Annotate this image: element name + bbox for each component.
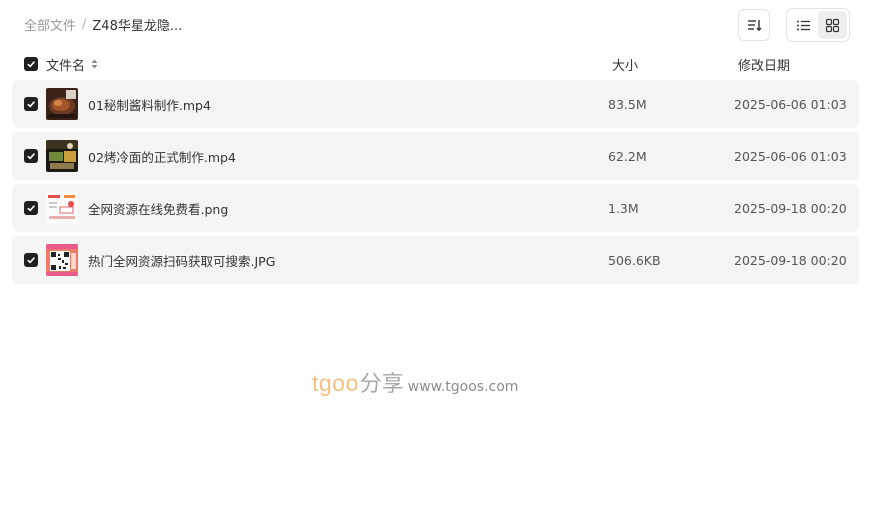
- list-view-button[interactable]: [789, 11, 818, 39]
- file-date: 2025-06-06 01:03: [734, 96, 847, 112]
- image-thumbnail: [46, 192, 78, 224]
- breadcrumb: 全部文件 / Z48华星龙隐...: [24, 14, 182, 34]
- grid-view-icon: [825, 18, 840, 32]
- file-date: 2025-09-18 00:20: [734, 200, 847, 216]
- file-date: 2025-09-18 00:20: [734, 252, 847, 268]
- watermark-share: 分享: [359, 372, 404, 397]
- breadcrumb-current-folder: Z48华星龙隐...: [92, 18, 183, 34]
- file-name[interactable]: 01秘制酱料制作.mp4: [88, 95, 211, 114]
- row-checkbox[interactable]: [24, 253, 38, 267]
- view-mode-switch: [786, 8, 850, 42]
- file-row[interactable]: 热门全网资源扫码获取可搜索.JPG 506.6KB 2025-09-18 00:…: [12, 236, 859, 284]
- check-icon: [27, 61, 36, 68]
- column-header-name-label: 文件名: [46, 58, 86, 74]
- view-toolbar: [738, 8, 850, 42]
- file-size: 62.2M: [608, 148, 647, 164]
- file-name[interactable]: 02烤冷面的正式制作.mp4: [88, 147, 236, 166]
- breadcrumb-root-link[interactable]: 全部文件: [24, 15, 76, 34]
- video-thumbnail: [46, 88, 78, 120]
- column-header-name[interactable]: 文件名: [46, 55, 98, 74]
- file-size: 1.3M: [608, 200, 639, 216]
- file-size: 506.6KB: [608, 252, 661, 268]
- check-icon: [27, 101, 36, 108]
- file-date: 2025-06-06 01:03: [734, 148, 847, 164]
- file-name[interactable]: 热门全网资源扫码获取可搜索.JPG: [88, 251, 275, 270]
- column-header-size[interactable]: 大小: [612, 55, 638, 74]
- row-checkbox[interactable]: [24, 97, 38, 111]
- qrcode-thumbnail: [46, 244, 78, 276]
- file-size: 83.5M: [608, 96, 647, 112]
- video-thumbnail: [46, 140, 78, 172]
- file-row[interactable]: 01秘制酱料制作.mp4 83.5M 2025-06-06 01:03: [12, 80, 859, 128]
- watermark: tgoo 分享 www.tgoos.com: [312, 366, 518, 398]
- check-icon: [27, 205, 36, 212]
- select-all-checkbox[interactable]: [24, 57, 38, 71]
- sort-list-icon: [748, 20, 762, 32]
- watermark-url: www.tgoos.com: [407, 379, 519, 395]
- breadcrumb-separator: /: [82, 16, 87, 32]
- sort-button[interactable]: [738, 9, 770, 41]
- file-row[interactable]: 全网资源在线免费看.png 1.3M 2025-09-18 00:20: [12, 184, 859, 232]
- grid-view-button[interactable]: [818, 11, 847, 39]
- check-icon: [27, 153, 36, 160]
- check-icon: [27, 257, 36, 264]
- row-checkbox[interactable]: [24, 201, 38, 215]
- row-checkbox[interactable]: [24, 149, 38, 163]
- list-view-icon: [797, 20, 810, 30]
- column-header-date[interactable]: 修改日期: [738, 55, 790, 74]
- file-table-header: 文件名 大小 修改日期: [12, 50, 859, 78]
- file-name[interactable]: 全网资源在线免费看.png: [88, 199, 228, 218]
- watermark-brand: tgoo: [312, 370, 359, 396]
- file-row[interactable]: 02烤冷面的正式制作.mp4 62.2M 2025-06-06 01:03: [12, 132, 859, 180]
- sort-toggle-icon[interactable]: [91, 59, 98, 69]
